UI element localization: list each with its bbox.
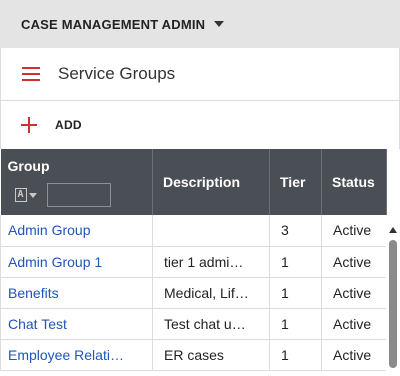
cell-description: tier 1 admi…: [152, 246, 270, 278]
cell-group: Admin Group 1: [0, 246, 153, 278]
table-row[interactable]: Chat Test Test chat u… 1 Active: [0, 308, 387, 340]
scroll-up-arrow-icon[interactable]: [389, 227, 397, 233]
cell-tier: 3: [269, 215, 322, 247]
table-row[interactable]: Admin Group 3 Active: [0, 215, 387, 247]
scrollbar-thumb[interactable]: [389, 240, 397, 368]
hamburger-line: [22, 67, 40, 69]
group-filter-row: A: [8, 183, 153, 207]
page-header: Service Groups: [0, 48, 400, 101]
cell-description: [152, 215, 270, 247]
add-button[interactable]: ADD: [21, 117, 82, 133]
column-header-status[interactable]: Status: [321, 149, 387, 215]
cell-tier: 1: [269, 339, 322, 371]
app-title[interactable]: CASE MANAGEMENT ADMIN: [21, 17, 205, 32]
cell-tier: 1: [269, 308, 322, 340]
cell-description: Medical, Lif…: [152, 277, 270, 309]
toolbar: ADD: [0, 101, 400, 149]
column-header-tier[interactable]: Tier: [269, 149, 322, 215]
group-link[interactable]: Admin Group 1: [8, 254, 102, 270]
hamburger-line: [22, 79, 40, 81]
table-scrollbar[interactable]: [386, 215, 400, 376]
cell-description: Test chat u…: [152, 308, 270, 340]
table-row[interactable]: Benefits Medical, Lif… 1 Active: [0, 277, 387, 309]
app-top-bar: CASE MANAGEMENT ADMIN: [0, 0, 400, 48]
table-header-row: Group A Description Tier Status: [0, 149, 387, 215]
cell-status: Active: [321, 215, 387, 247]
hamburger-menu-icon[interactable]: [22, 67, 40, 81]
cell-description: ER cases: [152, 339, 270, 371]
cell-group: Chat Test: [0, 308, 153, 340]
cell-status: Active: [321, 308, 387, 340]
cell-group: Benefits: [0, 277, 153, 309]
hamburger-line: [22, 73, 40, 75]
table-row[interactable]: Employee Relati… ER cases 1 Active: [0, 339, 387, 371]
cell-status: Active: [321, 277, 387, 309]
group-link[interactable]: Chat Test: [8, 316, 67, 332]
column-header-group[interactable]: Group A: [0, 149, 153, 215]
table-row[interactable]: Admin Group 1 tier 1 admi… 1 Active: [0, 246, 387, 278]
plus-icon: [21, 117, 37, 133]
add-button-label: ADD: [55, 118, 82, 132]
text-filter-icon-label: A: [14, 188, 27, 202]
text-filter-icon[interactable]: A: [14, 188, 37, 202]
cell-tier: 1: [269, 246, 322, 278]
cell-group: Admin Group: [0, 215, 153, 247]
service-groups-table: Group A Description Tier Status Admin Gr…: [0, 149, 387, 371]
group-link[interactable]: Admin Group: [8, 222, 90, 238]
group-link[interactable]: Benefits: [8, 285, 59, 301]
cell-status: Active: [321, 339, 387, 371]
group-link[interactable]: Employee Relati…: [8, 347, 124, 363]
page-title: Service Groups: [58, 64, 176, 83]
caret-down-icon[interactable]: [214, 21, 225, 27]
column-header-group-label: Group: [7, 158, 50, 174]
cell-group: Employee Relati…: [0, 339, 153, 371]
cell-status: Active: [321, 246, 387, 278]
cell-tier: 1: [269, 277, 322, 309]
column-header-description[interactable]: Description: [152, 149, 270, 215]
group-filter-input[interactable]: [46, 183, 111, 207]
chevron-down-icon: [28, 192, 37, 198]
